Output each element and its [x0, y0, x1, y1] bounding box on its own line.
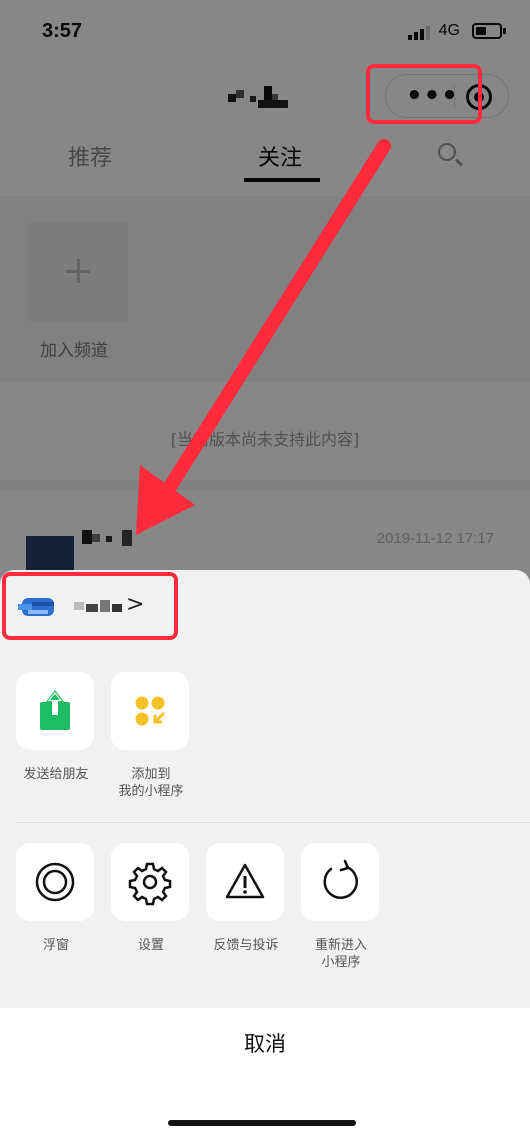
action-sheet: > 发送给朋友 添加到 我的小程序 浮窗 设置 反馈与投诉 重新进入 小程序 取… [0, 570, 530, 1130]
feedback-tile[interactable] [206, 843, 284, 921]
cancel-area: 取消 [0, 1008, 530, 1130]
reload-icon [323, 859, 358, 899]
add-miniprogram-icon [135, 696, 165, 726]
sheet-divider [16, 822, 530, 823]
gear-icon [128, 862, 172, 906]
float-window-tile[interactable] [16, 843, 94, 921]
share-upload-icon [40, 690, 70, 730]
share-tile[interactable] [16, 672, 94, 750]
action-label: 添加到 我的小程序 [118, 767, 184, 799]
reload-tile[interactable] [301, 843, 379, 921]
highlight-miniprogram-row [2, 572, 178, 640]
settings-tile[interactable] [111, 843, 189, 921]
home-indicator [168, 1120, 356, 1126]
cancel-button[interactable]: 取消 [0, 1028, 530, 1058]
add-miniprogram-tile[interactable] [111, 672, 189, 750]
action-label: 重新进入 小程序 [314, 938, 367, 970]
float-window-icon [35, 862, 75, 902]
warning-icon [225, 863, 265, 899]
highlight-more-button [366, 64, 482, 124]
